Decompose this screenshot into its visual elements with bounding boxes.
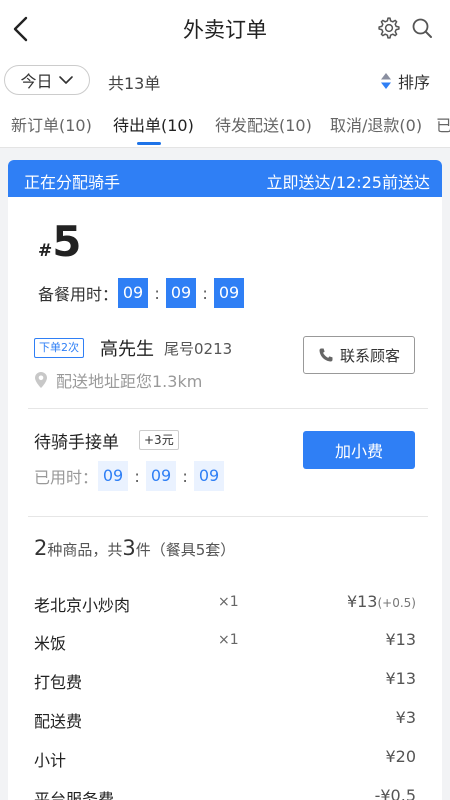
elapsed-timer-minutes: 09 — [146, 461, 177, 491]
list-item: 老北京小炒肉 ×1 ¥13(+0.5) — [34, 592, 416, 615]
delivery-distance: 配送地址距您1.3km — [34, 368, 202, 392]
filter-bar: 今日 共13单 排序 — [0, 58, 450, 102]
elapsed-timer-hours: 09 — [98, 461, 129, 491]
item-qty: ×1 — [218, 632, 239, 648]
tab-more[interactable]: 已 — [436, 112, 450, 136]
order-status-banner: 正在分配骑手 立即送达/12:25前送达 — [8, 160, 442, 197]
order-items-summary: 2种商品，共3件（餐具5套） — [34, 536, 236, 560]
item-price-extra: (+0.5) — [377, 596, 416, 610]
list-item: 小计 ¥20 — [34, 747, 416, 770]
order-number-hash: # — [38, 241, 53, 261]
tab-pending-print[interactable]: 待出单(10) — [113, 112, 194, 136]
item-price: ¥13 — [385, 669, 416, 688]
top-bar: 外卖订单 — [0, 0, 450, 58]
rider-tip-badge: +3元 — [139, 430, 179, 450]
status-tabs: 新订单(10) 待出单(10) 待发配送(10) 取消/退款(0) 已 — [0, 102, 450, 148]
tab-new-orders[interactable]: 新订单(10) — [11, 112, 92, 136]
item-price: ¥3 — [395, 708, 416, 727]
prep-timer-seconds: 09 — [214, 278, 245, 308]
order-number-value: 5 — [52, 217, 82, 266]
date-filter-select[interactable]: 今日 — [4, 65, 90, 95]
date-filter-label: 今日 — [20, 72, 53, 91]
sort-icon — [381, 73, 391, 89]
order-number: #5 — [38, 218, 81, 266]
prep-timer-minutes: 09 — [166, 278, 197, 308]
item-price: -¥0.5 — [374, 786, 416, 800]
customer-phone-tail: 尾号0213 — [164, 340, 233, 358]
order-card: 正在分配骑手 立即送达/12:25前送达 #5 备餐用时： 09 : 09 : … — [8, 160, 442, 800]
item-price: ¥13(+0.5) — [346, 592, 416, 611]
sort-button[interactable]: 排序 — [380, 69, 430, 93]
search-icon[interactable] — [410, 16, 434, 40]
sort-label: 排序 — [398, 73, 431, 92]
rider-status: 待骑手接单 — [34, 433, 119, 453]
list-item: 米饭 ×1 ¥13 — [34, 630, 416, 653]
item-price: ¥20 — [385, 747, 416, 766]
item-qty: ×1 — [218, 594, 239, 610]
item-name: 平台服务费 — [34, 790, 115, 800]
list-item: 打包费 ¥13 — [34, 669, 416, 692]
customer-name: 高先生 — [100, 339, 154, 360]
chevron-down-icon — [58, 76, 73, 84]
elapsed-timer: 已用时： 09 : 09 : 09 — [34, 461, 225, 491]
list-item: 平台服务费 -¥0.5 — [34, 786, 416, 800]
item-price: ¥13 — [385, 630, 416, 649]
item-name: 配送费 — [34, 712, 83, 731]
customer-order-count-badge: 下单2次 — [34, 338, 84, 358]
tab-cancel-refund[interactable]: 取消/退款(0) — [330, 112, 422, 136]
prep-timer-label: 备餐用时： — [38, 285, 119, 304]
prep-timer: 备餐用时： 09 : 09 : 09 — [38, 278, 245, 308]
elapsed-timer-seconds: 09 — [194, 461, 225, 491]
list-item: 配送费 ¥3 — [34, 708, 416, 731]
prep-timer-hours: 09 — [118, 278, 149, 308]
contact-customer-button[interactable]: 联系顾客 — [303, 336, 415, 374]
item-name: 米饭 — [34, 634, 67, 653]
item-count: 3 — [122, 536, 136, 560]
order-total-count: 共13单 — [108, 74, 161, 93]
active-tab-indicator — [137, 142, 161, 145]
phone-icon — [319, 348, 333, 362]
tab-pending-delivery[interactable]: 待发配送(10) — [215, 112, 312, 136]
item-name: 老北京小炒肉 — [34, 596, 131, 615]
item-name: 打包费 — [34, 673, 83, 692]
add-tip-button[interactable]: 加小费 — [303, 431, 415, 469]
delivery-distance-text: 配送地址距您1.3km — [56, 372, 203, 391]
elapsed-timer-label: 已用时： — [34, 468, 99, 487]
divider — [28, 408, 428, 409]
gear-icon[interactable] — [377, 16, 401, 40]
contact-customer-label: 联系顾客 — [339, 346, 400, 365]
rider-assign-status: 正在分配骑手 — [24, 173, 121, 192]
location-pin-icon — [35, 372, 47, 388]
item-name: 小计 — [34, 751, 67, 770]
item-kind-count: 2 — [34, 536, 48, 560]
delivery-time: 立即送达/12:25前送达 — [266, 173, 430, 192]
divider — [28, 516, 428, 517]
